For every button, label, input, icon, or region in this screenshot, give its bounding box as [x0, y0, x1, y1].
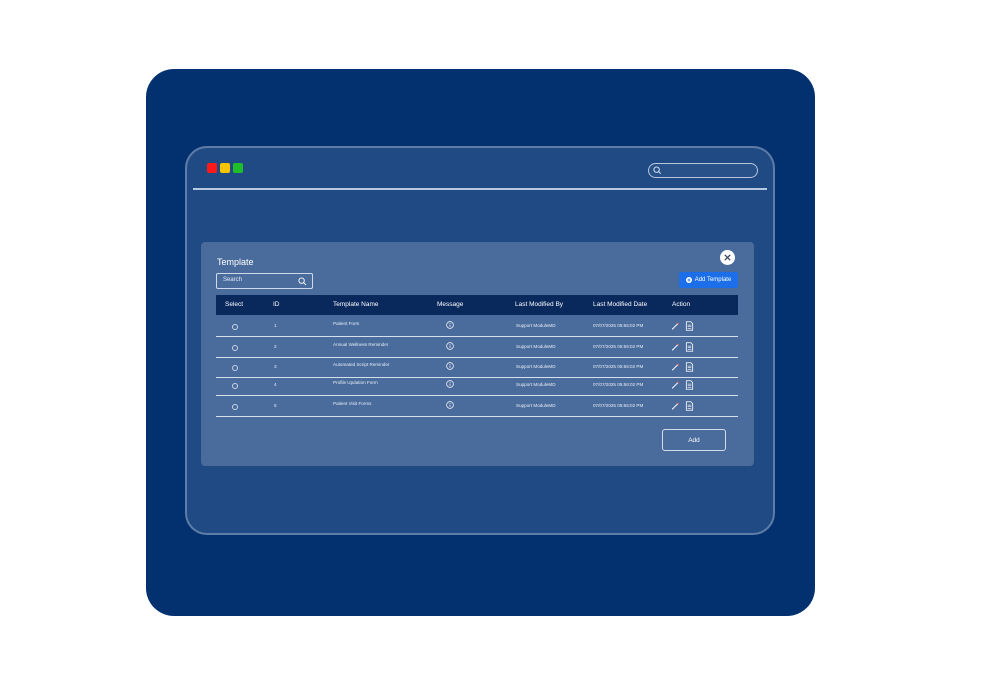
row-id: 4	[274, 382, 277, 387]
row-modified-date: 07/07/2025 05:56:02 PM	[593, 323, 644, 328]
document-icon[interactable]	[685, 321, 694, 331]
table-row[interactable]: 4 Profile Updation Form Support ModuleMD 07…	[216, 375, 738, 396]
row-template-name: Annual Wellness Reminder	[333, 342, 389, 347]
add-button-label: Add	[688, 436, 700, 444]
select-radio[interactable]	[232, 345, 238, 351]
traffic-lights	[207, 163, 243, 173]
pencil-icon[interactable]	[671, 380, 680, 390]
row-template-name: Patient Visit Forms	[333, 401, 372, 406]
minimize-window-dot[interactable]	[220, 163, 230, 173]
search-icon	[298, 277, 307, 286]
column-header-last-modified-date: Last Modified Date	[593, 301, 648, 308]
row-modified-by: Support ModuleMD	[516, 382, 556, 387]
select-radio[interactable]	[232, 383, 238, 389]
select-radio[interactable]	[232, 404, 238, 410]
pencil-icon[interactable]	[671, 362, 680, 372]
info-icon[interactable]	[446, 362, 454, 370]
panel-title: Template	[217, 257, 254, 267]
maximize-window-dot[interactable]	[233, 163, 243, 173]
info-icon[interactable]	[446, 380, 454, 388]
row-modified-by: Support ModuleMD	[516, 323, 556, 328]
row-id: 5	[274, 403, 277, 408]
row-modified-date: 07/07/2025 05:56:02 PM	[593, 364, 644, 369]
row-modified-date: 07/07/2025 05:56:02 PM	[593, 382, 644, 387]
row-modified-date: 07/07/2025 05:56:02 PM	[593, 344, 644, 349]
close-button[interactable]	[720, 250, 735, 265]
column-header-select: Select	[225, 301, 244, 308]
pencil-icon[interactable]	[671, 342, 680, 352]
row-modified-by: Support ModuleMD	[516, 403, 556, 408]
row-id: 3	[274, 364, 277, 369]
row-template-name: Patient Form	[333, 321, 360, 326]
info-icon[interactable]	[446, 342, 454, 350]
close-icon	[724, 254, 731, 261]
search-icon	[653, 166, 662, 175]
select-radio[interactable]	[232, 365, 238, 371]
row-id: 2	[274, 344, 277, 349]
search-input[interactable]: Search	[216, 273, 313, 289]
document-icon[interactable]	[685, 401, 694, 411]
info-icon[interactable]	[446, 321, 454, 329]
table-header: Select ID Template Name Message Last Mod…	[216, 295, 738, 315]
window-divider	[193, 188, 767, 190]
row-modified-date: 07/07/2025 05:56:02 PM	[593, 403, 644, 408]
close-window-dot[interactable]	[207, 163, 217, 173]
row-modified-by: Support ModuleMD	[516, 364, 556, 369]
column-header-action: Action	[672, 301, 691, 308]
add-template-button[interactable]: Add Template	[679, 272, 738, 288]
info-icon[interactable]	[446, 401, 454, 409]
column-header-message: Message	[437, 301, 464, 308]
template-panel: Template Search Add Template Select ID T…	[201, 242, 754, 466]
select-radio[interactable]	[232, 324, 238, 330]
search-placeholder: Search	[223, 277, 243, 283]
table-row[interactable]: 5 Patient Visit Forms Support ModuleMD 07/0…	[216, 396, 738, 417]
document-icon[interactable]	[685, 380, 694, 390]
document-icon[interactable]	[685, 362, 694, 372]
window-search-input[interactable]	[648, 163, 758, 178]
column-header-id: ID	[273, 301, 280, 308]
row-id: 1	[274, 323, 277, 328]
row-modified-by: Support ModuleMD	[516, 344, 556, 349]
add-button[interactable]: Add	[662, 429, 726, 451]
plus-circle-icon	[685, 277, 692, 283]
document-icon[interactable]	[685, 342, 694, 352]
pencil-icon[interactable]	[671, 401, 680, 411]
row-template-name: Profile Updation Form	[333, 380, 378, 385]
table-row[interactable]: 1 Patient Form Support ModuleMD 07/07/2025 …	[216, 316, 738, 337]
add-template-label: Add Template	[694, 277, 732, 283]
column-header-last-modified-by: Last Modified By	[515, 301, 564, 308]
row-template-name: Automated Script Reminder	[333, 362, 390, 367]
table-row[interactable]: 2 Annual Wellness Reminder Support ModuleM…	[216, 337, 738, 358]
column-header-template-name: Template Name	[333, 301, 379, 308]
pencil-icon[interactable]	[671, 321, 680, 331]
